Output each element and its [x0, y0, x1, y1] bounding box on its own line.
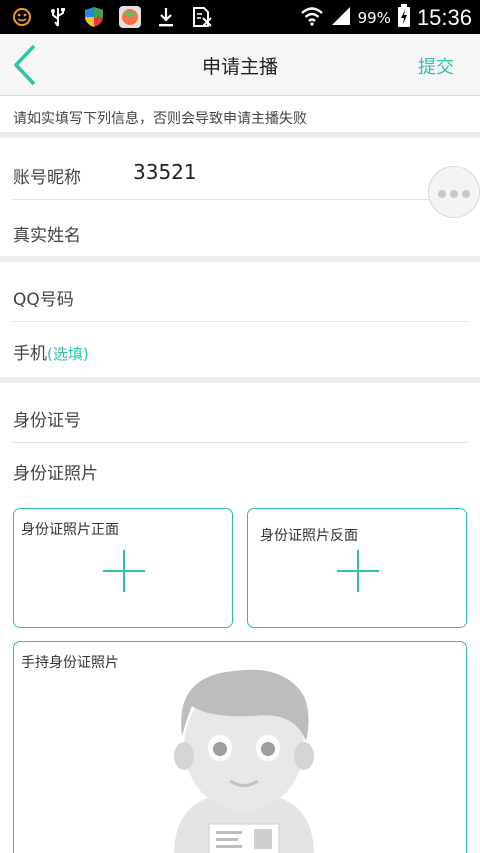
clock: 15:36 — [416, 5, 472, 30]
usb-icon — [46, 5, 70, 29]
person-with-id-illustration — [174, 669, 314, 853]
more-options-button[interactable] — [428, 166, 480, 218]
wifi-icon — [300, 5, 324, 31]
nav-bar: 申请主播 提交 — [0, 34, 480, 96]
plus-icon — [103, 550, 145, 592]
divider — [13, 321, 467, 322]
no-sim-icon — [190, 5, 214, 29]
notice-banner: 请如实填写下列信息，否则会导致申请主播失败 — [0, 96, 480, 138]
id-holding-label: 手持身份证照片 — [21, 655, 119, 671]
game-app-icon — [118, 5, 142, 29]
status-bar: 99% 15:36 — [0, 0, 480, 34]
more-dots-icon — [436, 183, 472, 202]
page-title: 申请主播 — [201, 56, 278, 78]
battery-charging-icon — [397, 4, 411, 32]
nickname-value: 33521 — [133, 160, 197, 184]
qq-field[interactable]: QQ号码 — [13, 285, 74, 310]
smiley-icon — [10, 5, 34, 29]
contact-group: QQ号码 手机(选填) — [0, 262, 480, 377]
real-name-field[interactable]: 真实姓名 — [13, 221, 81, 246]
id-photo-label: 身份证照片 — [13, 464, 98, 484]
id-back-upload[interactable]: 身份证照片反面 — [247, 508, 467, 628]
phone-label: 手机 — [13, 344, 47, 364]
divider — [13, 199, 467, 200]
id-back-label: 身份证照片反面 — [260, 528, 358, 544]
signal-icon — [330, 5, 352, 31]
plus-icon — [337, 550, 379, 592]
notice-text: 请如实填写下列信息，否则会导致申请主播失败 — [13, 111, 307, 127]
shield-app-icon — [82, 5, 106, 29]
id-number-field[interactable]: 身份证号 — [13, 406, 81, 431]
id-front-label: 身份证照片正面 — [21, 522, 119, 538]
optional-hint: (选填) — [47, 345, 89, 363]
account-group: 账号昵称 33521 真实姓名 — [0, 144, 480, 256]
nickname-label: 账号昵称 — [13, 168, 81, 188]
id-front-upload[interactable]: 身份证照片正面 — [13, 508, 233, 628]
download-icon — [154, 5, 178, 29]
submit-button[interactable]: 提交 — [418, 53, 454, 79]
id-holding-upload[interactable]: 手持身份证照片 — [13, 641, 467, 853]
divider — [13, 442, 467, 443]
battery-percent: 99% — [357, 9, 391, 27]
phone-field[interactable]: 手机(选填) — [13, 339, 89, 364]
